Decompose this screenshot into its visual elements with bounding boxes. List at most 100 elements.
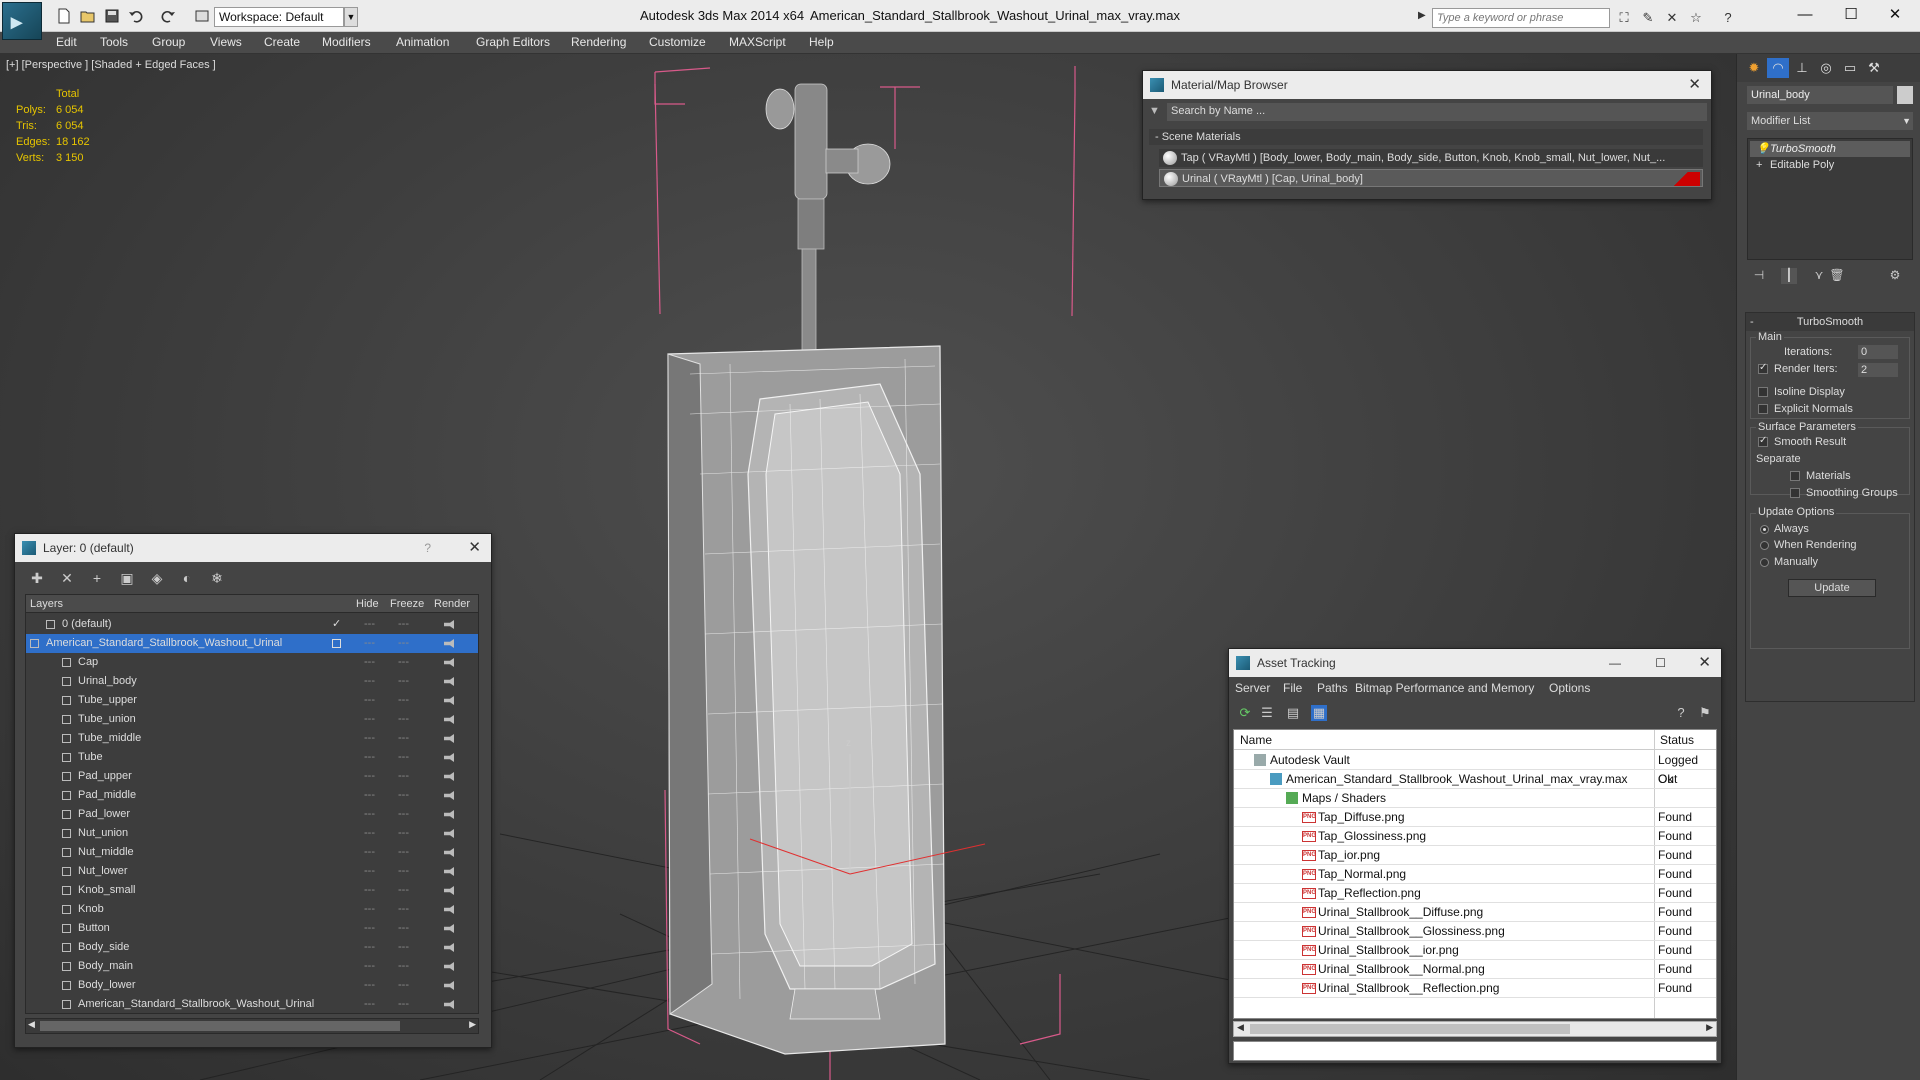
close-icon[interactable]: ✕ xyxy=(1880,4,1910,26)
scrollbar-thumb[interactable] xyxy=(40,1021,400,1031)
help-icon[interactable]: ? xyxy=(424,534,431,562)
menu-edit[interactable]: Edit xyxy=(56,35,77,49)
motion-tab-icon[interactable]: ◎ xyxy=(1815,58,1837,78)
undo-icon[interactable] xyxy=(128,8,144,24)
render-teapot-icon[interactable] xyxy=(444,734,454,743)
render-teapot-icon[interactable] xyxy=(444,753,454,762)
menu-group[interactable]: Group xyxy=(152,35,185,49)
layer-row[interactable]: American_Standard_Stallbrook_Washout_Uri… xyxy=(26,634,478,668)
menu-customize[interactable]: Customize xyxy=(649,35,706,49)
save-file-icon[interactable] xyxy=(104,8,120,24)
asset-row[interactable]: PNG Tap_Diffuse.png Found xyxy=(1234,808,1716,827)
menu-help[interactable]: Help xyxy=(809,35,834,49)
layer-row[interactable]: Knob ---- ---- xyxy=(26,900,478,934)
render-teapot-icon[interactable] xyxy=(444,639,454,648)
close-icon[interactable]: ✕ xyxy=(1698,649,1711,677)
thumbnail-view-icon[interactable]: ▤ xyxy=(1285,705,1301,721)
layer-row[interactable]: Button ---- ---- xyxy=(26,919,478,953)
menu-maxscript[interactable]: MAXScript xyxy=(729,35,786,49)
layer-row[interactable]: Body_lower ---- ---- xyxy=(26,976,478,1010)
hide-all-icon[interactable]: ◐ xyxy=(179,570,195,586)
communication-icon[interactable]: ✕ xyxy=(1664,10,1680,26)
layer-row[interactable]: Pad_upper ---- ---- xyxy=(26,767,478,801)
materials-checkbox[interactable] xyxy=(1790,471,1800,481)
layer-row[interactable]: Tube_upper ---- ---- xyxy=(26,691,478,725)
redo-icon[interactable] xyxy=(160,8,176,24)
subscription-icon[interactable]: ✎ xyxy=(1640,10,1656,26)
render-teapot-icon[interactable] xyxy=(444,924,454,933)
layer-row[interactable]: American_Standard_Stallbrook_Washout_Uri… xyxy=(26,995,478,1013)
smooth-result-checkbox[interactable] xyxy=(1758,435,1768,447)
render-iters-checkbox[interactable] xyxy=(1758,362,1768,374)
render-teapot-icon[interactable] xyxy=(444,696,454,705)
scroll-left-icon[interactable]: ◀ xyxy=(1237,1022,1244,1033)
iterations-spinner[interactable]: 0 xyxy=(1858,345,1898,359)
project-folder-icon[interactable] xyxy=(194,8,210,24)
refresh-icon[interactable]: ⟳ xyxy=(1237,705,1253,721)
scrollbar-thumb[interactable] xyxy=(1250,1024,1570,1034)
horizontal-scrollbar[interactable]: ◀ ▶ xyxy=(1233,1021,1717,1037)
configure-sets-icon[interactable]: ⚙ xyxy=(1887,268,1903,284)
asset-row[interactable]: American_Standard_Stallbrook_Washout_Uri… xyxy=(1234,770,1716,789)
menu-paths[interactable]: Paths xyxy=(1317,677,1348,699)
asset-row[interactable]: PNG Urinal_Stallbrook__Reflection.png Foun… xyxy=(1234,979,1716,998)
render-teapot-icon[interactable] xyxy=(444,772,454,781)
update-button[interactable]: Update xyxy=(1788,579,1876,597)
list-view-icon[interactable]: ☰ xyxy=(1259,705,1275,721)
menu-file[interactable]: File xyxy=(1283,677,1302,699)
asset-row[interactable]: PNG Urinal_Stallbrook__Glossiness.png Foun… xyxy=(1234,922,1716,941)
render-teapot-icon[interactable] xyxy=(444,658,454,667)
smoothing-groups-checkbox[interactable] xyxy=(1790,488,1800,498)
current-layer-check-icon[interactable]: ✓ xyxy=(332,615,341,634)
highlight-layer-icon[interactable]: ◈ xyxy=(149,570,165,586)
chevron-down-icon[interactable]: ▼ xyxy=(344,7,358,27)
asset-row[interactable]: PNG Urinal_Stallbrook__Normal.png Found xyxy=(1234,960,1716,979)
material-search-input[interactable]: Search by Name ... xyxy=(1167,103,1707,121)
search-expand-icon[interactable]: ▶ xyxy=(1418,10,1426,21)
render-teapot-icon[interactable] xyxy=(444,620,454,629)
column-layers[interactable]: Layers xyxy=(30,595,63,613)
layer-row[interactable]: Nut_union ---- ---- xyxy=(26,824,478,858)
filter-icon[interactable]: ▼ xyxy=(1149,105,1160,117)
explicit-normals-checkbox[interactable] xyxy=(1758,404,1768,414)
rollout-title[interactable]: - TurboSmooth xyxy=(1746,313,1914,331)
menu-modifiers[interactable]: Modifiers xyxy=(322,35,371,49)
render-teapot-icon[interactable] xyxy=(444,981,454,990)
object-name-field[interactable]: Urinal_body xyxy=(1747,86,1893,104)
column-render[interactable]: Render xyxy=(434,595,470,613)
column-name[interactable]: Name xyxy=(1240,730,1272,750)
column-hide[interactable]: Hide xyxy=(356,595,379,613)
add-to-layer-icon[interactable]: + xyxy=(89,570,105,586)
menu-animation[interactable]: Animation xyxy=(396,35,449,49)
menu-rendering[interactable]: Rendering xyxy=(571,35,626,49)
render-teapot-icon[interactable] xyxy=(444,867,454,876)
asset-row[interactable]: Maps / Shaders xyxy=(1234,789,1716,808)
render-teapot-icon[interactable] xyxy=(444,886,454,895)
menu-bitmap-performance[interactable]: Bitmap Performance and Memory xyxy=(1355,677,1534,699)
asset-row[interactable]: PNG Urinal_Stallbrook__ior.png Found xyxy=(1234,941,1716,960)
display-tab-icon[interactable]: ▭ xyxy=(1839,58,1861,78)
layer-row[interactable]: Pad_middle ---- ---- xyxy=(26,786,478,820)
set-current-layer-icon[interactable] xyxy=(332,639,341,648)
layer-row[interactable]: Pad_lower ---- ---- xyxy=(26,805,478,839)
asset-row[interactable]: PNG Urinal_Stallbrook__Diffuse.png Found xyxy=(1234,903,1716,922)
asset-row[interactable]: PNG Tap_Glossiness.png Found xyxy=(1234,827,1716,846)
remove-modifier-icon[interactable]: 🗑 xyxy=(1829,268,1845,284)
hierarchy-tab-icon[interactable]: ⊥ xyxy=(1791,58,1813,78)
utilities-tab-icon[interactable]: ⚒ xyxy=(1863,58,1885,78)
select-objects-icon[interactable]: ▣ xyxy=(119,570,135,586)
render-teapot-icon[interactable] xyxy=(444,848,454,857)
make-unique-icon[interactable]: ⋎ xyxy=(1811,268,1827,284)
layer-row[interactable]: Body_side ---- ---- xyxy=(26,938,478,972)
modify-tab-icon[interactable]: ◠ xyxy=(1767,58,1789,78)
modifier-list-dropdown[interactable]: Modifier List ▼ xyxy=(1747,112,1913,130)
expand-plus-icon[interactable]: + xyxy=(1756,157,1762,173)
layer-row[interactable]: Tube_union ---- ---- xyxy=(26,710,478,744)
always-radio[interactable] xyxy=(1760,525,1769,534)
hide-toggle[interactable]: ---- xyxy=(364,995,376,1013)
menu-options[interactable]: Options xyxy=(1549,677,1590,699)
scroll-right-icon[interactable]: ▶ xyxy=(469,1019,476,1030)
horizontal-scrollbar[interactable]: ◀ ▶ xyxy=(25,1018,479,1034)
pin-stack-icon[interactable]: ⊣ xyxy=(1751,268,1767,284)
layer-row[interactable]: 0 (default)✓-------- xyxy=(26,615,478,649)
